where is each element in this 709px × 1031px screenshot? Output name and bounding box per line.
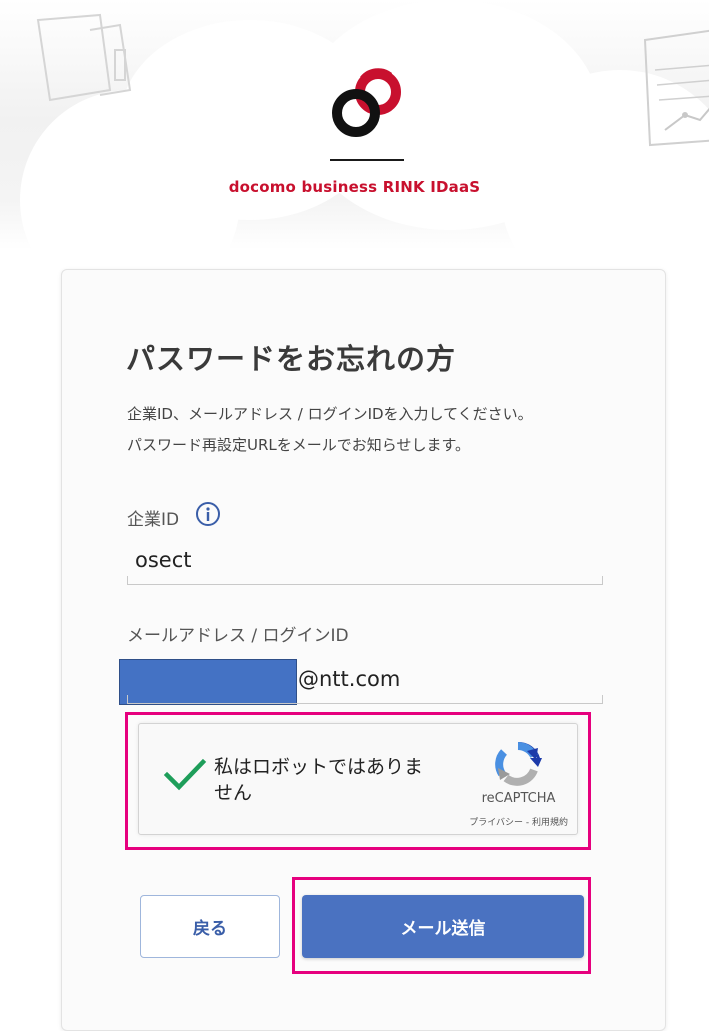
info-circle-icon[interactable] <box>195 501 221 527</box>
send-mail-button[interactable]: メール送信 <box>302 895 584 958</box>
checkmark-icon[interactable] <box>163 757 207 793</box>
brand-name: docomo business RINK IDaaS <box>228 178 481 196</box>
page-title: パスワードをお忘れの方 <box>126 342 457 376</box>
recaptcha-privacy-terms-link[interactable]: プライバシー - 利用規約 <box>426 815 568 828</box>
logo-divider <box>330 159 404 161</box>
company-id-input[interactable]: osect <box>135 548 192 572</box>
logo-icon <box>332 68 401 137</box>
decorative-chart-drawing <box>643 29 709 147</box>
email-underline <box>127 695 603 704</box>
company-id-label: 企業ID <box>127 510 180 530</box>
description-line-1: 企業ID、メールアドレス / ログインIDを入力してください。 <box>127 405 533 423</box>
description-line-2: パスワード再設定URLをメールでお知らせします。 <box>127 436 470 454</box>
decorative-document-drawing <box>36 13 132 102</box>
company-id-underline <box>127 576 603 585</box>
email-input[interactable]: @ntt.com <box>298 667 400 691</box>
email-label: メールアドレス / ログインID <box>127 626 349 646</box>
recaptcha-label: 私はロボットではありません <box>214 756 424 804</box>
back-button[interactable]: 戻る <box>140 895 280 958</box>
recaptcha-brand: reCAPTCHA <box>481 791 556 806</box>
recaptcha-logo-icon <box>495 741 542 786</box>
